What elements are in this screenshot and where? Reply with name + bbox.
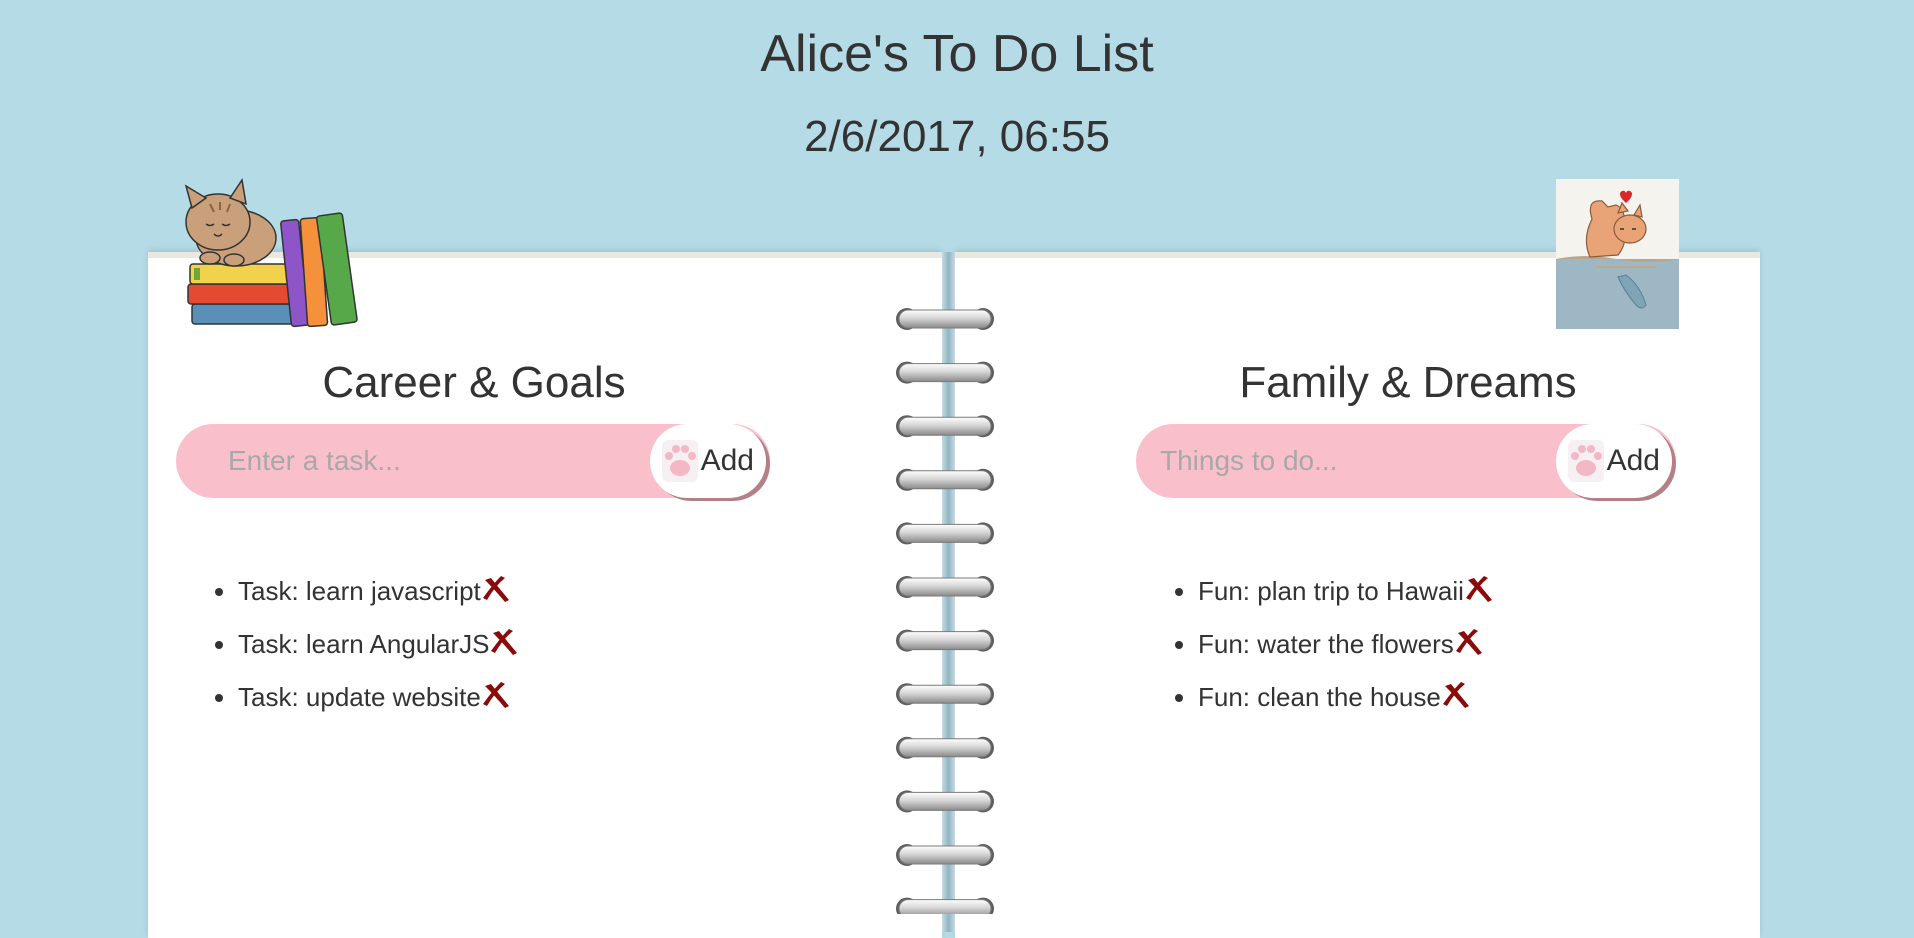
task-text: Fun: clean the house bbox=[1198, 682, 1441, 712]
x-mark-icon[interactable] bbox=[481, 682, 511, 710]
family-add-button[interactable]: Add bbox=[1556, 424, 1672, 498]
family-dreams-heading: Family & Dreams bbox=[1239, 358, 1577, 407]
binding-ring bbox=[896, 308, 994, 330]
career-add-button[interactable]: Add bbox=[650, 424, 766, 498]
family-task-form: Add bbox=[1136, 424, 1676, 498]
list-item: Fun: clean the house bbox=[1198, 682, 1494, 735]
binding-ring bbox=[896, 522, 994, 545]
binding-ring bbox=[896, 897, 994, 914]
career-goals-heading: Career & Goals bbox=[322, 358, 626, 407]
binding-ring bbox=[896, 683, 994, 706]
binding-ring bbox=[896, 790, 994, 813]
task-text: Task: update website bbox=[238, 682, 481, 712]
x-mark-icon[interactable] bbox=[489, 629, 519, 657]
list-item: Task: learn javascript bbox=[238, 576, 519, 629]
task-text: Fun: plan trip to Hawaii bbox=[1198, 576, 1464, 606]
add-label: Add bbox=[1606, 444, 1660, 477]
career-task-form: Add bbox=[176, 424, 770, 498]
paw-icon bbox=[662, 440, 698, 482]
list-item: Task: learn AngularJS bbox=[238, 629, 519, 682]
binding-ring bbox=[896, 361, 994, 384]
x-mark-icon[interactable] bbox=[481, 576, 511, 604]
cat-and-fish-illustration bbox=[1556, 179, 1679, 329]
x-mark-icon[interactable] bbox=[1454, 629, 1484, 657]
task-text: Fun: water the flowers bbox=[1198, 629, 1454, 659]
task-text: Task: learn AngularJS bbox=[238, 629, 490, 659]
task-text: Task: learn javascript bbox=[238, 576, 481, 606]
binding-ring bbox=[896, 468, 994, 491]
binding-ring bbox=[896, 629, 994, 652]
binding-ring bbox=[896, 576, 994, 598]
x-mark-icon[interactable] bbox=[1441, 682, 1471, 710]
family-task-list: Fun: plan trip to Hawaii Fun: water the … bbox=[1164, 576, 1494, 735]
binding-ring bbox=[896, 736, 994, 759]
add-label: Add bbox=[700, 444, 754, 477]
x-mark-icon[interactable] bbox=[1464, 576, 1494, 604]
spiral-binding bbox=[896, 308, 994, 914]
list-item: Fun: plan trip to Hawaii bbox=[1198, 576, 1494, 629]
career-task-list: Task: learn javascript Task: learn Angul… bbox=[204, 576, 519, 735]
binding-ring bbox=[896, 844, 994, 866]
paw-icon bbox=[1568, 440, 1604, 482]
list-item: Task: update website bbox=[238, 682, 519, 735]
list-item: Fun: water the flowers bbox=[1198, 629, 1494, 682]
binding-ring bbox=[896, 415, 994, 438]
cat-on-books-illustration bbox=[184, 178, 358, 328]
